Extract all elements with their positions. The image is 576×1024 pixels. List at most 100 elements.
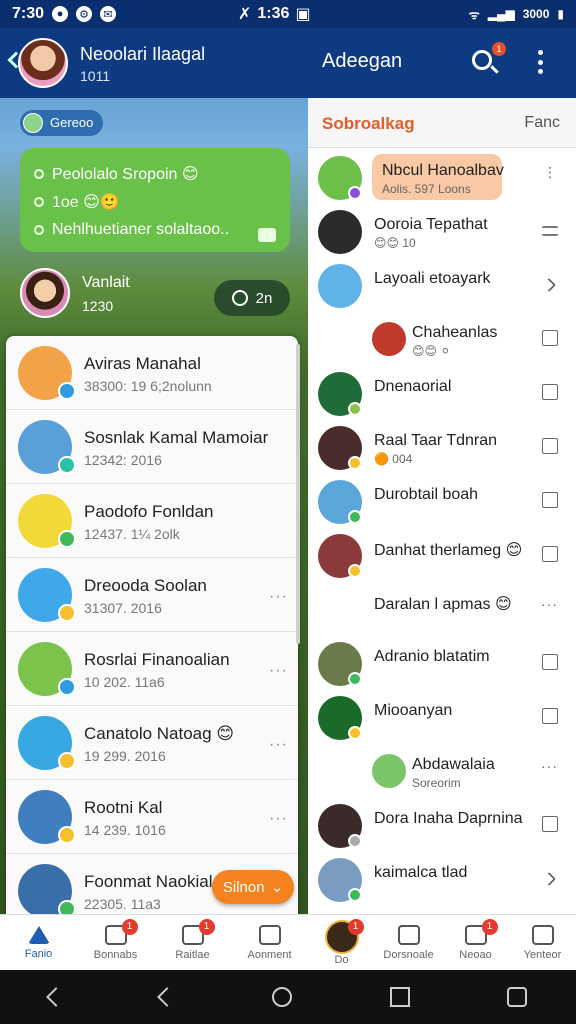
menu-lines-icon[interactable] xyxy=(542,226,558,236)
checkbox-icon[interactable] xyxy=(542,492,558,508)
tab-bonnabs[interactable]: Bonnabs 1 xyxy=(77,915,154,970)
contact-row[interactable]: Paodofo Fonldan 12437. 1¼ 2olk xyxy=(6,484,298,558)
avatar[interactable] xyxy=(372,322,406,356)
tab-raitlae[interactable]: Raitlae 1 xyxy=(154,915,231,970)
tab-aonment[interactable]: Aonment xyxy=(231,915,308,970)
tab-yenteor[interactable]: Yenteor xyxy=(509,915,576,970)
bubble-line: Peololalo Sropoin 😊 xyxy=(52,166,199,183)
more-icon[interactable]: ··· xyxy=(541,758,558,774)
more-icon[interactable]: ··· xyxy=(269,588,288,606)
checkbox-icon[interactable] xyxy=(542,438,558,454)
scrollbar[interactable] xyxy=(296,344,300,644)
chevron-right-icon[interactable] xyxy=(541,871,557,887)
list-item[interactable]: Raal Taar Tdnran 🟠 004 xyxy=(308,420,576,474)
tab-label: Bonnabs xyxy=(93,948,138,961)
contact-row[interactable]: Aviras Manahal 38300: 19 6;2nolunn xyxy=(6,336,298,410)
checkbox-icon[interactable] xyxy=(542,330,558,346)
section-title[interactable]: Sobroalkag xyxy=(322,114,415,134)
list-item-name: Daralan l apmas 😊 xyxy=(374,596,512,613)
chat-subtitle: 1011 xyxy=(80,68,111,84)
recents-icon[interactable] xyxy=(389,987,410,1007)
pin-icon[interactable] xyxy=(258,228,276,242)
more-icon[interactable]: ··· xyxy=(541,596,558,612)
list-item-subtitle: Soreorim xyxy=(412,776,461,790)
back-chevron-icon[interactable] xyxy=(157,987,178,1007)
status-badge xyxy=(348,456,362,470)
status-badge xyxy=(348,726,362,740)
list-item[interactable]: Daralan l apmas 😊 ··· xyxy=(308,582,576,636)
tab-dorsnoale[interactable]: Dorsnoale xyxy=(375,915,442,970)
more-menu-icon[interactable] xyxy=(538,50,544,74)
back-icon[interactable] xyxy=(45,987,66,1007)
tab-neoao[interactable]: Neoao 1 xyxy=(442,915,509,970)
list-item-subtitle: 🟠 004 xyxy=(374,452,413,466)
system-nav-bar xyxy=(0,970,576,1024)
list-item[interactable]: Dora Inaha Daprnina xyxy=(308,798,576,852)
avatar[interactable] xyxy=(318,210,362,254)
tab-label: Fanio xyxy=(24,947,53,960)
more-icon[interactable]: ··· xyxy=(269,810,288,828)
list-item[interactable]: Abdawalaia Soreorim ··· xyxy=(308,744,576,798)
list-item[interactable]: Dnenaorial xyxy=(308,366,576,420)
list-item[interactable]: Ooroia Tepathat 😊😊 10 xyxy=(308,204,576,258)
checkbox-icon[interactable] xyxy=(542,816,558,832)
battery-icon: ▮ xyxy=(557,7,564,21)
tab-home[interactable]: Fanio xyxy=(0,915,77,970)
list-item-name: Durobtail boah xyxy=(374,486,479,503)
avatar[interactable] xyxy=(20,268,70,318)
switch-icon[interactable] xyxy=(507,987,528,1007)
list-item-subtitle: 😊😊 10 xyxy=(374,236,416,250)
avatar[interactable] xyxy=(18,38,68,88)
checkbox-icon[interactable] xyxy=(542,546,558,562)
status-time-mid: 1:36 xyxy=(257,5,290,22)
timer-button[interactable]: 2n xyxy=(214,280,290,316)
list-item[interactable]: Chaheanlas 😊😊 ⚪ xyxy=(308,312,576,366)
message-bubble[interactable]: Peololalo Sropoin 😊 1oe 😊🙂 Nehlhuetianer… xyxy=(20,148,290,252)
battery-text: 3000 xyxy=(522,7,550,21)
list-item[interactable]: Durobtail boah xyxy=(308,474,576,528)
tab-label: Raitlae xyxy=(175,948,210,961)
bluetooth-icon: ✗ xyxy=(238,6,252,23)
yenteor-icon xyxy=(531,924,554,945)
avatar[interactable] xyxy=(318,264,362,308)
contact-row[interactable]: Rootni Kal 14 239. 1016 ··· xyxy=(6,780,298,854)
more-icon[interactable]: ⋮ xyxy=(543,164,558,181)
list-item-name: Danhat therlameg 😊 xyxy=(374,542,523,559)
list-item[interactable]: Danhat therlameg 😊 xyxy=(308,528,576,582)
chevron-right-icon[interactable] xyxy=(541,277,557,293)
list-item[interactable]: Nbcul Hanoalbav Aolis. 597 Loons ⋮ xyxy=(308,150,576,204)
notification-badge: 1 xyxy=(347,919,364,935)
list-item[interactable]: Miooanyan xyxy=(308,690,576,744)
list-item-name: Nbcul Hanoalbav xyxy=(382,162,504,179)
wifi-icon: ᯤ xyxy=(468,7,480,22)
contact-row[interactable]: Dreooda Soolan 31307. 2016 ··· xyxy=(6,558,298,632)
checkbox-icon[interactable] xyxy=(542,708,558,724)
notification-badge: 1 xyxy=(481,919,498,935)
contact-row[interactable]: Sosnlak Kamal Mamoiar 12342: 2016 xyxy=(6,410,298,484)
section-header: Sobroalkag Fanc xyxy=(308,98,576,148)
notification-icon: ● xyxy=(52,6,69,22)
section-action[interactable]: Fanc xyxy=(524,114,560,132)
avatar[interactable] xyxy=(372,754,406,788)
contact-row[interactable]: Canatolo Natoag 😊 19 299. 2016 ··· xyxy=(6,706,298,780)
group-chip[interactable]: Gereoo xyxy=(20,110,104,136)
tab-profile[interactable]: Do 1 xyxy=(308,915,375,970)
search-icon[interactable] xyxy=(472,50,492,70)
list-item[interactable]: Adranio blatatim xyxy=(308,636,576,690)
more-icon[interactable]: ··· xyxy=(269,736,288,754)
page-title: Adeegan xyxy=(322,50,403,72)
contact-rows: Nbcul Hanoalbav Aolis. 597 Loons ⋮ Ooroia T… xyxy=(308,150,576,906)
list-item[interactable]: Layoali etoayark xyxy=(308,258,576,312)
aonment-icon xyxy=(258,924,281,945)
bubble-line: 1oe 😊🙂 xyxy=(52,194,120,211)
checkbox-icon[interactable] xyxy=(542,384,558,400)
filter-button[interactable]: Silnon ⌄ xyxy=(212,870,294,904)
list-item[interactable]: kaimalca tlad xyxy=(308,852,576,906)
contact-row[interactable]: Rosrlai Finanoalian 10 202. 11a6 ··· xyxy=(6,632,298,706)
more-icon[interactable]: ··· xyxy=(269,662,288,680)
chevron-down-icon: ⌄ xyxy=(270,879,284,896)
status-badge xyxy=(58,530,76,548)
home-icon[interactable] xyxy=(271,987,292,1007)
list-item-name: Dnenaorial xyxy=(374,378,452,395)
checkbox-icon[interactable] xyxy=(542,654,558,670)
